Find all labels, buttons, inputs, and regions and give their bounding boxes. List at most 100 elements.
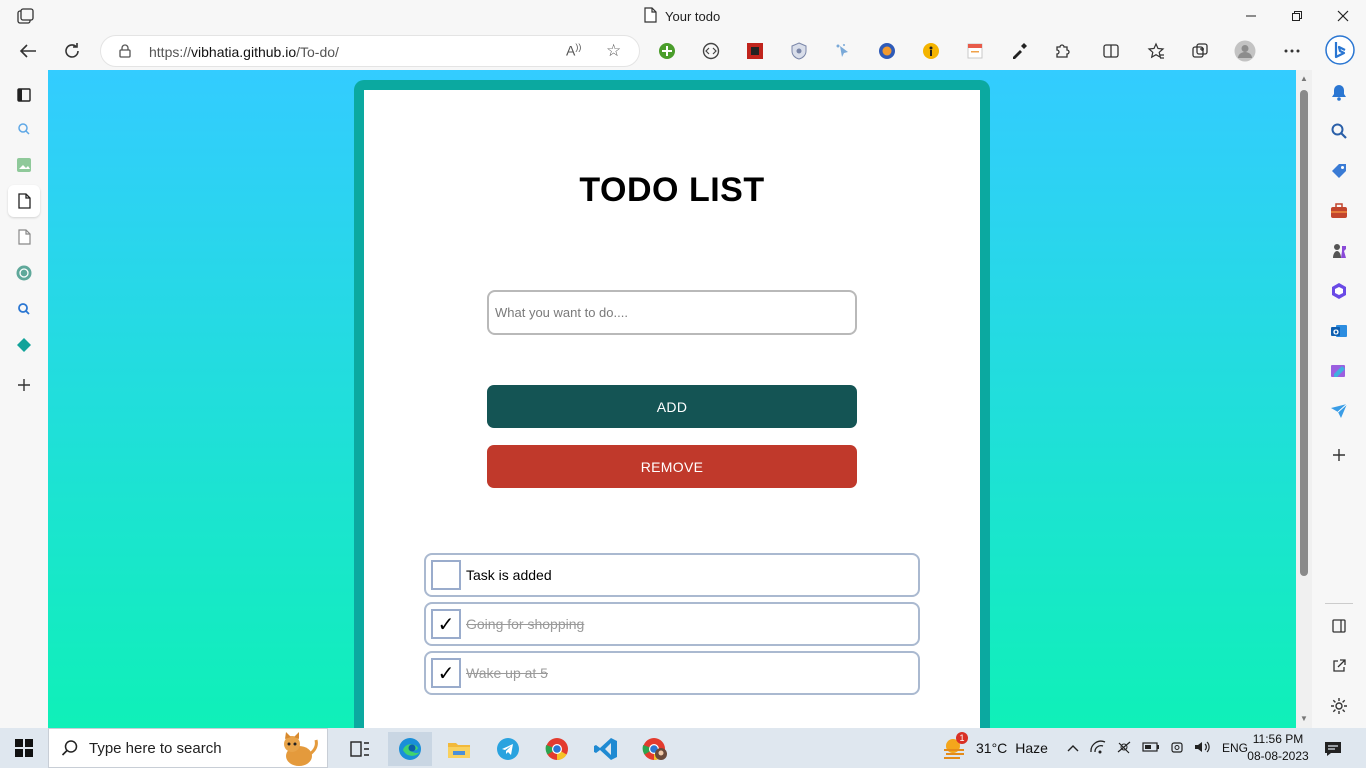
scrollbar-thumb[interactable]	[1300, 90, 1308, 576]
tab-title[interactable]: Your todo	[644, 6, 721, 26]
windows-taskbar: Type here to search 1 31°C Haze ENG 11:5…	[0, 728, 1366, 768]
page-viewport: TODO LIST ADD REMOVE Task is added ✓ Goi…	[48, 70, 1296, 728]
taskbar-chrome-icon[interactable]	[535, 732, 579, 766]
todo-checkbox[interactable]: ✓	[431, 658, 461, 688]
tools-briefcase-icon[interactable]	[1327, 199, 1351, 223]
games-chess-icon[interactable]	[1327, 239, 1351, 263]
microsoft-365-icon[interactable]	[1327, 279, 1351, 303]
taskbar-search-box[interactable]: Type here to search	[48, 728, 328, 768]
shopping-tag-icon[interactable]	[1327, 159, 1351, 183]
profile-avatar-icon[interactable]	[1234, 40, 1256, 62]
page-icon	[644, 6, 657, 26]
extension-red-square-icon[interactable]	[744, 40, 766, 62]
taskbar-chrome-profile-icon[interactable]	[633, 732, 677, 766]
taskbar-file-explorer-icon[interactable]	[437, 732, 481, 766]
weather-badge: 1	[956, 732, 968, 744]
drop-send-icon[interactable]	[1327, 399, 1351, 423]
svg-text:O: O	[1333, 329, 1339, 337]
edge-sidebar: O	[1312, 70, 1366, 728]
tab-todo-active-icon[interactable]	[8, 185, 40, 217]
start-windows-icon[interactable]	[0, 728, 48, 768]
network-wifi-icon[interactable]	[1090, 740, 1106, 757]
volume-speaker-icon[interactable]	[1194, 740, 1212, 757]
extension-code-icon[interactable]	[700, 40, 722, 62]
task-view-icon[interactable]	[338, 732, 382, 766]
sidebar-settings-gear-icon[interactable]	[1327, 694, 1351, 718]
hide-sidebar-icon[interactable]	[1327, 614, 1351, 638]
tab-image-icon[interactable]	[8, 149, 40, 181]
new-tab-plus-icon[interactable]	[8, 369, 40, 401]
extension-shield-icon[interactable]	[788, 40, 810, 62]
taskbar-telegram-icon[interactable]	[486, 732, 530, 766]
bing-copilot-icon[interactable]	[1325, 35, 1355, 65]
split-screen-icon[interactable]	[1100, 40, 1122, 62]
taskbar-search-icon	[61, 739, 79, 762]
tab-search-icon-1[interactable]	[8, 113, 40, 145]
extension-calendar-icon[interactable]	[964, 40, 986, 62]
weather-temp: 31°C	[976, 740, 1008, 756]
collections-icon[interactable]	[1189, 40, 1211, 62]
extensions-puzzle-icon[interactable]	[1052, 40, 1074, 62]
title-bar: Your todo	[0, 0, 1366, 32]
location-icon[interactable]	[1116, 740, 1132, 757]
scroll-up-arrow-icon[interactable]: ▲	[1300, 74, 1308, 83]
extension-yellow-icon[interactable]	[920, 40, 942, 62]
tab-title-text: Your todo	[665, 8, 721, 24]
minimize-button[interactable]	[1228, 0, 1274, 32]
todo-item[interactable]: ✓ Wake up at 5	[424, 651, 920, 695]
add-button[interactable]: ADD	[487, 385, 857, 428]
extension-eyedropper-icon[interactable]	[1008, 40, 1030, 62]
taskbar-vscode-icon[interactable]	[584, 732, 628, 766]
todo-item-text: Going for shopping	[466, 616, 585, 632]
tab-search-icon-2[interactable]	[8, 293, 40, 325]
workspaces-icon[interactable]	[17, 8, 35, 24]
clock-date: 08-08-2023	[1247, 749, 1309, 763]
favorites-icon[interactable]	[1145, 40, 1167, 62]
todo-item[interactable]: Task is added	[424, 553, 920, 597]
address-bar[interactable]: https://vibhatia.github.io/To-do/ A)) ☆	[100, 35, 640, 67]
page-scrollbar[interactable]: ▲ ▼	[1296, 70, 1312, 728]
todo-checkbox[interactable]: ✓	[431, 609, 461, 639]
restore-button[interactable]	[1274, 0, 1320, 32]
back-button[interactable]	[15, 38, 41, 64]
designer-icon[interactable]	[1327, 359, 1351, 383]
taskbar-edge-icon[interactable]	[388, 732, 432, 766]
outlook-icon[interactable]: O	[1327, 319, 1351, 343]
open-external-icon[interactable]	[1327, 654, 1351, 678]
taskbar-clock[interactable]: 11:56 PM 08-08-2023	[1244, 731, 1312, 765]
system-tray: ENG	[1066, 728, 1248, 768]
search-highlight-cat-icon	[275, 730, 321, 768]
sidebar-search-icon[interactable]	[1327, 119, 1351, 143]
todo-checkbox[interactable]	[431, 560, 461, 590]
url-text[interactable]: https://vibhatia.github.io/To-do/	[149, 44, 339, 60]
settings-more-icon[interactable]	[1281, 40, 1303, 62]
todo-card-frame: TODO LIST ADD REMOVE Task is added ✓ Goi…	[354, 80, 990, 728]
close-button[interactable]	[1320, 0, 1366, 32]
remove-button[interactable]: REMOVE	[487, 445, 857, 488]
weather-desc: Haze	[1015, 740, 1048, 756]
refresh-button[interactable]	[59, 38, 85, 64]
favorite-star-icon[interactable]: ☆	[606, 41, 621, 61]
extension-orange-circle-icon[interactable]	[876, 40, 898, 62]
notification-center-icon[interactable]	[1316, 732, 1350, 766]
tab-page-icon[interactable]	[8, 221, 40, 253]
tab-diamond-icon[interactable]	[8, 329, 40, 361]
notifications-bell-icon[interactable]	[1327, 80, 1351, 104]
tab-chatgpt-icon[interactable]	[8, 257, 40, 289]
scroll-down-arrow-icon[interactable]: ▼	[1300, 714, 1308, 723]
show-hidden-icons-chevron-icon[interactable]	[1066, 741, 1080, 756]
sidebar-add-plus-icon[interactable]	[1327, 443, 1351, 467]
sidebar-divider	[1325, 603, 1353, 604]
weather-widget[interactable]: 1 31°C Haze	[942, 728, 1048, 768]
extension-cursor-icon[interactable]	[832, 40, 854, 62]
camera-icon[interactable]	[1170, 740, 1184, 757]
clock-time: 11:56 PM	[1252, 732, 1304, 746]
todo-input[interactable]	[487, 290, 857, 335]
lock-icon[interactable]	[119, 44, 131, 63]
todo-item[interactable]: ✓ Going for shopping	[424, 602, 920, 646]
read-aloud-icon[interactable]: A))	[566, 42, 581, 59]
taskbar-search-placeholder: Type here to search	[89, 739, 222, 757]
battery-icon[interactable]	[1142, 741, 1160, 756]
tab-actions-icon[interactable]	[8, 79, 40, 111]
extension-green-plus-icon[interactable]	[656, 40, 678, 62]
